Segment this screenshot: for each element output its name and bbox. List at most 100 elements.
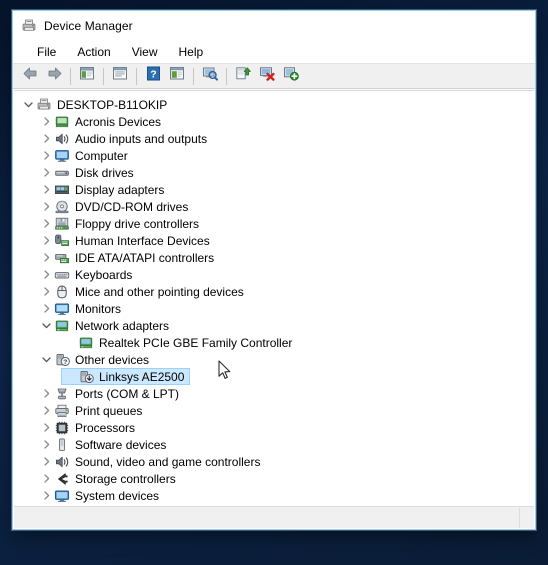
tree-node-label: Print queues <box>75 403 143 418</box>
tree-node-ide-ata-atapi-controllers[interactable]: IDE ATA/ATAPI controllers <box>14 249 534 266</box>
tree-node-mice-and-other-pointing-devices[interactable]: Mice and other pointing devices <box>14 283 534 300</box>
chevron-right-icon[interactable] <box>38 131 54 147</box>
display-adapter-icon <box>54 182 70 198</box>
tree-node-human-interface-devices[interactable]: Human Interface Devices <box>14 232 534 249</box>
tree-node-software-devices[interactable]: Software devices <box>14 436 534 453</box>
help-button[interactable]: ? <box>141 65 165 87</box>
device-tree-pane[interactable]: DESKTOP-B11OKIP Acronis Devices Audio inpu… <box>14 90 534 507</box>
audio-speaker-icon <box>54 131 70 147</box>
device-tree: DESKTOP-B11OKIP Acronis Devices Audio inpu… <box>14 91 534 507</box>
menu-file[interactable]: File <box>29 43 64 62</box>
tree-node-label: Software devices <box>75 437 167 452</box>
tree-node-linksys-ae2500[interactable]: Linksys AE2500 <box>14 368 534 385</box>
monitor-icon <box>54 301 70 317</box>
chevron-down-icon[interactable] <box>38 318 54 334</box>
chevron-right-icon[interactable] <box>38 182 54 198</box>
chevron-right-icon[interactable] <box>38 267 54 283</box>
chevron-right-icon[interactable] <box>38 386 54 402</box>
tree-node-network-adapters[interactable]: Network adapters <box>14 317 534 334</box>
tree-node-disk-drives[interactable]: Disk drives <box>14 164 534 181</box>
chevron-right-icon[interactable] <box>38 199 54 215</box>
chevron-right-icon[interactable] <box>38 301 54 317</box>
chevron-right-icon[interactable] <box>38 420 54 436</box>
tree-node-processors[interactable]: Processors <box>14 419 534 436</box>
chevron-right-icon[interactable] <box>38 454 54 470</box>
show-view-button[interactable] <box>165 65 189 87</box>
tree-node-desktop-b11okip[interactable]: DESKTOP-B11OKIP <box>14 96 534 113</box>
scan-for-hardware-changes-button[interactable] <box>198 65 222 87</box>
tree-node-computer[interactable]: Computer <box>14 147 534 164</box>
help-question-icon: ? <box>146 66 161 86</box>
tree-node-floppy-drive-controllers[interactable]: Floppy drive controllers <box>14 215 534 232</box>
uninstall-device-button[interactable] <box>255 65 279 87</box>
menu-view[interactable]: View <box>124 43 166 62</box>
menu-help[interactable]: Help <box>171 43 212 62</box>
device-manager-icon <box>21 18 37 34</box>
tree-node-audio-inputs-and-outputs[interactable]: Audio inputs and outputs <box>14 130 534 147</box>
tree-node-keyboards[interactable]: Keyboards <box>14 266 534 283</box>
enable-green-plus-icon <box>283 66 299 86</box>
separator-5 <box>226 67 227 85</box>
menu-action[interactable]: Action <box>69 43 118 62</box>
floppy-controller-icon <box>54 216 70 232</box>
tree-node-system-devices[interactable]: System devices <box>14 487 534 504</box>
chevron-right-icon[interactable] <box>38 471 54 487</box>
chevron-down-icon[interactable] <box>38 352 54 368</box>
tree-node-sound-video-and-game-controllers[interactable]: Sound, video and game controllers <box>14 453 534 470</box>
chevron-down-icon[interactable] <box>20 97 36 113</box>
properties-button[interactable] <box>108 65 132 87</box>
tree-node-label: Sound, video and game controllers <box>75 454 261 469</box>
tree-node-dvd-cd-rom-drives[interactable]: DVD/CD-ROM drives <box>14 198 534 215</box>
menu-bar: File Action View Help <box>13 41 535 63</box>
computer-monitor-icon <box>54 148 70 164</box>
chevron-right-icon[interactable] <box>38 148 54 164</box>
tree-node-storage-controllers[interactable]: Storage controllers <box>14 470 534 487</box>
tree-node-other-devices[interactable]: ? Other devices <box>14 351 534 368</box>
keyboard-icon <box>54 267 70 283</box>
resize-grip[interactable] <box>519 507 534 528</box>
chevron-right-icon[interactable] <box>38 165 54 181</box>
chevron-right-icon[interactable] <box>38 488 54 504</box>
printer-icon <box>54 403 70 419</box>
separator-1 <box>70 67 71 85</box>
separator-4 <box>193 67 194 85</box>
network-adapter-icon <box>78 335 94 351</box>
svg-text:?: ? <box>150 68 156 80</box>
tree-node-ports-com-lpt[interactable]: Ports (COM & LPT) <box>14 385 534 402</box>
tree-node-monitors[interactable]: Monitors <box>14 300 534 317</box>
chevron-right-icon[interactable] <box>38 437 54 453</box>
separator-2 <box>103 67 104 85</box>
tree-node-label: IDE ATA/ATAPI controllers <box>75 250 215 265</box>
chevron-right-icon[interactable] <box>38 250 54 266</box>
tree-node-label: DESKTOP-B11OKIP <box>57 97 168 112</box>
tree-node-display-adapters[interactable]: Display adapters <box>14 181 534 198</box>
tree-node-label: Monitors <box>75 301 122 316</box>
svg-text:?: ? <box>63 359 67 366</box>
tree-node-acronis-devices[interactable]: Acronis Devices <box>14 113 534 130</box>
chevron-right-icon[interactable] <box>38 284 54 300</box>
forward-button[interactable] <box>42 65 66 87</box>
unknown-device-download-icon <box>78 369 94 385</box>
back-button[interactable] <box>18 65 42 87</box>
tree-node-realtek-pcie-gbe-family-controller[interactable]: Realtek PCIe GBE Family Controller <box>14 334 534 351</box>
acronis-devices-icon <box>54 114 70 130</box>
chevron-right-icon[interactable] <box>38 233 54 249</box>
tree-node-label: Human Interface Devices <box>75 233 210 248</box>
chevron-right-icon[interactable] <box>38 403 54 419</box>
tree-node-label: Linksys AE2500 <box>99 369 185 384</box>
disk-drive-icon <box>54 165 70 181</box>
chevron-right-icon[interactable] <box>38 114 54 130</box>
enable-device-button[interactable] <box>279 65 303 87</box>
tree-node-label: Display adapters <box>75 182 165 197</box>
update-driver-button[interactable] <box>231 65 255 87</box>
tree-node-print-queues[interactable]: Print queues <box>14 402 534 419</box>
chevron-right-icon[interactable] <box>38 216 54 232</box>
right-arrow-icon <box>46 66 63 86</box>
expander-placeholder <box>62 335 78 351</box>
port-icon <box>54 386 70 402</box>
show-hide-console-tree-button[interactable] <box>75 65 99 87</box>
toolbar: ? <box>13 63 535 89</box>
unknown-device-question-icon: ? <box>54 352 70 368</box>
mouse-icon <box>54 284 70 300</box>
tree-node-label: Network adapters <box>75 318 170 333</box>
